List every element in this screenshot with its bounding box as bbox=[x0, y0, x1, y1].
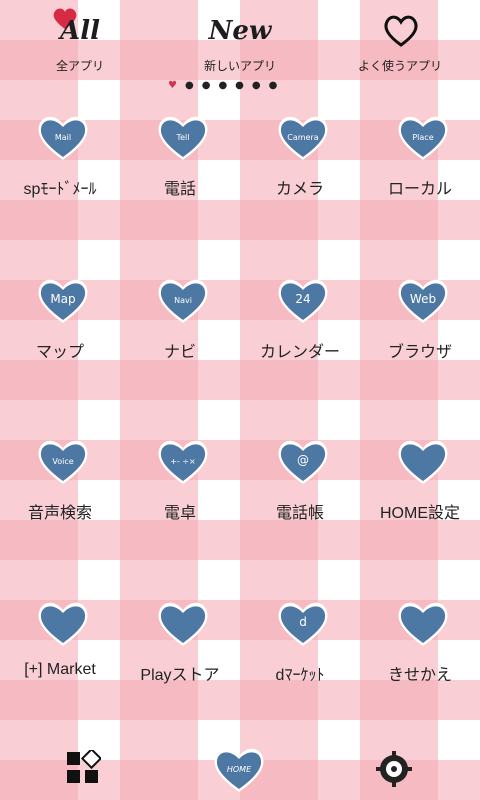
apps-grid-button[interactable] bbox=[25, 744, 145, 800]
app-place[interactable]: Place ローカル bbox=[360, 112, 480, 216]
app-label: spﾓｰﾄﾞﾒｰﾙ bbox=[23, 181, 97, 198]
dock: HOME bbox=[0, 744, 480, 800]
play-store-heart-icon bbox=[158, 602, 208, 646]
contacts-heart-icon: @ bbox=[278, 440, 328, 484]
app-label: dﾏｰｹｯﾄ bbox=[275, 667, 325, 684]
place-heart-text: Place bbox=[412, 133, 433, 142]
home-heart-icon: HOME bbox=[214, 748, 264, 792]
voice-heart-icon: Voice bbox=[38, 440, 88, 484]
tell-heart-icon: Tell bbox=[158, 116, 208, 160]
page-dot-active: ♥ bbox=[168, 80, 185, 91]
app-web[interactable]: Web ブラウザ bbox=[360, 275, 480, 379]
mail-heart-icon: Mail bbox=[38, 116, 88, 160]
voice-heart-text: Voice bbox=[52, 457, 73, 466]
camera-heart-icon: Camera bbox=[278, 116, 328, 160]
place-heart-icon: Place bbox=[398, 116, 448, 160]
calculator-heart-icon: +- ÷× bbox=[158, 440, 208, 484]
page-dot: ● bbox=[218, 80, 236, 91]
app-label: ナビ bbox=[163, 344, 196, 361]
contacts-heart-text: @ bbox=[297, 453, 309, 467]
market-heart-icon bbox=[38, 602, 88, 646]
settings-button[interactable] bbox=[335, 744, 455, 800]
app-tell[interactable]: Tell 電話 bbox=[120, 112, 240, 216]
heart-outline-icon bbox=[382, 14, 420, 48]
page-dot: ● bbox=[251, 80, 269, 91]
map-heart-text: Map bbox=[50, 292, 75, 306]
app-play-store[interactable]: Playストア bbox=[120, 598, 240, 702]
web-heart-icon: Web bbox=[398, 279, 448, 323]
app-home-settings[interactable]: HOME設定 bbox=[360, 436, 480, 540]
app-mail[interactable]: Mail spﾓｰﾄﾞﾒｰﾙ bbox=[0, 112, 120, 216]
app-calendar[interactable]: 24 カレンダー bbox=[240, 275, 360, 379]
app-voice[interactable]: Voice 音声検索 bbox=[0, 436, 120, 540]
dress-up-heart-icon bbox=[398, 602, 448, 646]
tab-all[interactable]: All 全アプリ bbox=[0, 0, 160, 80]
app-dress-up[interactable]: きせかえ bbox=[360, 598, 480, 702]
top-tabs: All 全アプリ New 新しいアプリ よく使うアプリ bbox=[0, 0, 480, 80]
app-label: 電話帳 bbox=[275, 505, 324, 522]
d-market-heart-text: d bbox=[299, 615, 307, 629]
app-navi[interactable]: Navi ナビ bbox=[120, 275, 240, 379]
app-label: 電話 bbox=[163, 181, 196, 198]
calendar-heart-icon: 24 bbox=[278, 279, 328, 323]
page-dot: ● bbox=[184, 80, 202, 91]
page-dot: ● bbox=[268, 80, 286, 91]
app-label: ローカル bbox=[387, 181, 452, 198]
tab-new[interactable]: New 新しいアプリ bbox=[160, 0, 320, 80]
app-label: Playストア bbox=[140, 667, 220, 684]
home-button[interactable]: HOME bbox=[180, 744, 300, 800]
app-label: HOME設定 bbox=[379, 505, 460, 522]
app-label: きせかえ bbox=[387, 667, 452, 684]
mail-heart-text: Mail bbox=[55, 133, 71, 142]
d-market-heart-icon: d bbox=[278, 602, 328, 646]
web-heart-text: Web bbox=[410, 292, 436, 306]
tab-new-label: 新しいアプリ bbox=[203, 59, 276, 73]
calendar-heart-text: 24 bbox=[295, 292, 310, 306]
app-label: [+] Market bbox=[24, 661, 96, 678]
navi-heart-text: Navi bbox=[174, 296, 192, 305]
settings-gear-icon bbox=[375, 750, 413, 788]
page-indicator: ♥●●●●●● bbox=[168, 80, 285, 91]
app-market[interactable]: [+] Market bbox=[0, 598, 120, 702]
home-label: HOME bbox=[227, 765, 252, 774]
app-map[interactable]: Map マップ bbox=[0, 275, 120, 379]
app-label: 音声検索 bbox=[27, 505, 92, 522]
page-dot: ● bbox=[201, 80, 219, 91]
tab-new-word: New bbox=[208, 16, 272, 46]
app-label: 電卓 bbox=[163, 505, 196, 522]
apps-grid-icon bbox=[65, 747, 103, 786]
app-calculator[interactable]: +- ÷× 電卓 bbox=[120, 436, 240, 540]
tab-all-label: 全アプリ bbox=[55, 59, 104, 73]
tell-heart-text: Tell bbox=[176, 133, 190, 142]
app-label: カメラ bbox=[275, 181, 324, 198]
tab-frequent[interactable]: よく使うアプリ bbox=[320, 0, 480, 80]
app-camera[interactable]: Camera カメラ bbox=[240, 112, 360, 216]
map-heart-icon: Map bbox=[38, 279, 88, 323]
app-label: カレンダー bbox=[259, 344, 340, 361]
calculator-heart-text: +- ÷× bbox=[170, 457, 196, 466]
tab-all-word: All bbox=[60, 16, 100, 46]
navi-heart-icon: Navi bbox=[158, 279, 208, 323]
app-label: ブラウザ bbox=[387, 344, 452, 361]
camera-heart-text: Camera bbox=[287, 133, 318, 142]
app-contacts[interactable]: @ 電話帳 bbox=[240, 436, 360, 540]
app-label: マップ bbox=[35, 344, 84, 361]
tab-frequent-label: よく使うアプリ bbox=[357, 59, 442, 73]
page-dot: ● bbox=[235, 80, 252, 91]
app-d-market[interactable]: d dﾏｰｹｯﾄ bbox=[240, 598, 360, 702]
home-settings-heart-icon bbox=[398, 440, 448, 484]
